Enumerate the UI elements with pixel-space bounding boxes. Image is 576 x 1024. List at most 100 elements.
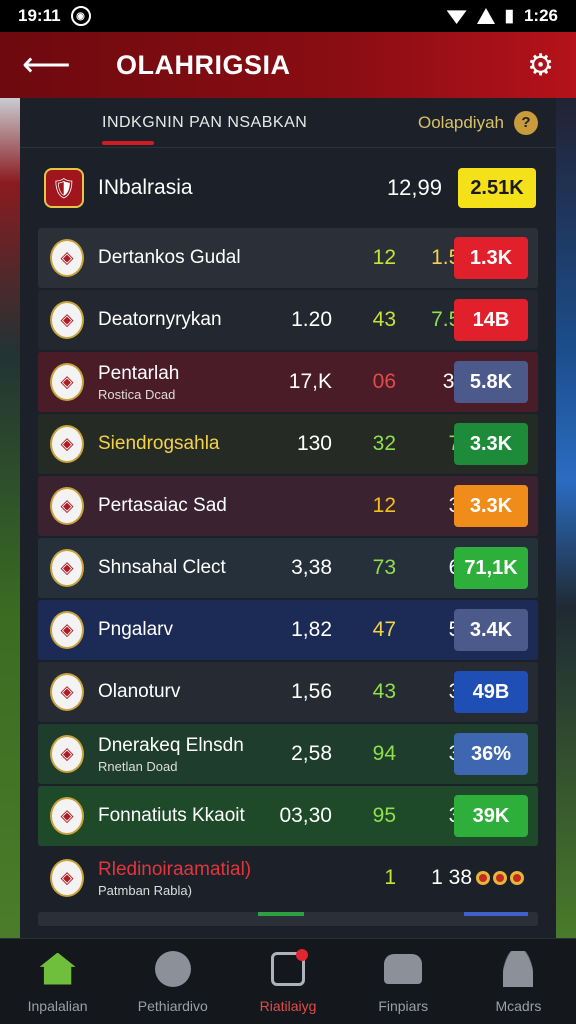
status-bar: 19:11 ◉ ▮ 1:26 bbox=[0, 0, 576, 32]
value-badge: 3.4K bbox=[454, 609, 528, 651]
team-name: Siendrogsahla bbox=[98, 433, 220, 454]
value-badge: 3.3K bbox=[454, 485, 528, 527]
battery-icon: ▮ bbox=[504, 6, 514, 25]
team-subname: Patmban Rabla) bbox=[98, 882, 192, 898]
home-icon bbox=[39, 950, 77, 988]
subheader-right-label: Oolapdiyah bbox=[417, 112, 504, 132]
ball-icon bbox=[154, 950, 192, 988]
team-name: Dnerakeq Elnsdn bbox=[98, 734, 244, 756]
table-row[interactable]: ◈ Deatornyrykan 1.20 43 7.55 14B bbox=[38, 290, 538, 350]
signal-icon bbox=[476, 8, 495, 24]
team-names: Fonnatiuts Kkaoit bbox=[98, 805, 268, 827]
table-row[interactable]: ◈ Shnsahal Clect 3,38 73 68 71,1K bbox=[38, 538, 538, 598]
crest-icon: ◈ bbox=[50, 611, 84, 649]
team-subname: Rostica Dcad bbox=[98, 386, 176, 402]
team-names: Olanoturv bbox=[98, 681, 268, 703]
stat-col-2: 43 bbox=[372, 308, 396, 331]
nav-label: Pethiardivo bbox=[137, 997, 208, 1014]
table-row[interactable]: ◈ Dnerakeq Elnsdn Rnetlan Doad 2,58 94 3… bbox=[38, 724, 538, 784]
help-icon[interactable]: ? bbox=[514, 110, 538, 135]
nav-item-4[interactable]: Finpiars bbox=[346, 939, 461, 1024]
group-icon bbox=[384, 950, 423, 988]
nav-item-3[interactable]: Riatilaiyg bbox=[230, 939, 345, 1024]
table-row[interactable]: ◈ Pentarlah Rostica Dcad 17,K 06 3.6 5.8… bbox=[38, 352, 538, 412]
crest-icon: 🛡 bbox=[44, 168, 84, 208]
table-row[interactable]: ◈ Rledinoiraamatial) Patmban Rabla) 1 1 … bbox=[38, 848, 538, 908]
subheader-right[interactable]: Oolapdiyah ? bbox=[417, 110, 538, 135]
header-badge: 2.51K bbox=[458, 168, 536, 208]
stat-col-1: 2,58 bbox=[291, 742, 332, 765]
nav-item-1[interactable]: Inpalalian bbox=[0, 939, 115, 1024]
crest-icon: ◈ bbox=[50, 425, 84, 463]
team-name: Rledinoiraamatial) bbox=[98, 858, 252, 880]
table-row[interactable]: ◈ Pertasaiac Sad 12 38 3.3K bbox=[38, 476, 538, 536]
stat-col-2: 12 bbox=[372, 494, 396, 517]
stat-col-2: 95 bbox=[372, 804, 396, 827]
nav-item-2[interactable]: Pethiardivo bbox=[115, 939, 230, 1024]
person-icon bbox=[499, 950, 537, 988]
team-name: Dertankos Gudal bbox=[98, 247, 241, 268]
value-badge: 36% bbox=[454, 733, 528, 775]
team-name: Pertasaiac Sad bbox=[98, 495, 227, 516]
crest-icon: ◈ bbox=[50, 549, 84, 587]
nav-item-5[interactable]: Mcadrs bbox=[461, 939, 576, 1024]
table-row[interactable]: ◈ Pngalarv 1,82 47 57 3.4K bbox=[38, 600, 538, 660]
crest-icon: ◈ bbox=[50, 363, 84, 401]
team-names: Pentarlah Rostica Dcad bbox=[98, 363, 268, 402]
value-badge: 1.3K bbox=[454, 237, 528, 279]
crest-icon: ◈ bbox=[50, 673, 84, 711]
crest-icon: ◈ bbox=[50, 859, 84, 897]
team-names: Siendrogsahla bbox=[98, 433, 268, 455]
table-row[interactable]: ◈ Dertankos Gudal 12 1.58 1.3K bbox=[38, 228, 538, 288]
background-right bbox=[556, 98, 576, 948]
team-names: Pertasaiac Sad bbox=[98, 495, 268, 517]
value-badge: 39K bbox=[454, 795, 528, 837]
header-row[interactable]: 🛡 INbalrasia 12,99 2.51K bbox=[20, 160, 556, 216]
header-team-name: INbalrasia bbox=[98, 176, 193, 199]
app-bar: ⟵ OLAHRIGSIA ⚙ bbox=[0, 32, 576, 98]
nav-label: Riatilaiyg bbox=[259, 997, 317, 1014]
tab-standings[interactable]: INDKGNIN PAN NSABKAN bbox=[102, 114, 307, 132]
status-dots-icon bbox=[476, 871, 524, 885]
stat-col-2: 43 bbox=[372, 680, 396, 703]
stat-col-2: 1 bbox=[384, 866, 396, 889]
team-name: Pngalarv bbox=[98, 619, 173, 640]
table-row-partial bbox=[38, 912, 538, 926]
bottom-nav: Inpalalian Pethiardivo Riatilaiyg Finpia… bbox=[0, 938, 576, 1024]
stat-col-2: 94 bbox=[372, 742, 396, 765]
team-name: Shnsahal Clect bbox=[98, 557, 226, 578]
stat-col-1: 1,82 bbox=[291, 618, 332, 641]
team-list: ◈ Dertankos Gudal 12 1.58 1.3K ◈ Deatorn… bbox=[38, 228, 538, 926]
stat-col-2: 32 bbox=[372, 432, 396, 455]
status-time: 19:11 bbox=[18, 6, 61, 25]
back-arrow-icon[interactable]: ⟵ bbox=[22, 48, 71, 82]
team-name: Olanoturv bbox=[98, 681, 181, 702]
table-row[interactable]: ◈ Olanoturv 1,56 43 39 49B bbox=[38, 662, 538, 722]
status-right-time: 1:26 bbox=[523, 6, 558, 25]
value-badge: 14B bbox=[454, 299, 528, 341]
team-names: Pngalarv bbox=[98, 619, 268, 641]
stat-col-1: 3,38 bbox=[291, 556, 332, 579]
stat-col-2: 73 bbox=[372, 556, 396, 579]
value-badge: 71,1K bbox=[454, 547, 528, 589]
stat-col-2: 12 bbox=[372, 246, 396, 269]
team-name: Deatornyrykan bbox=[98, 309, 222, 330]
subheader: INDKGNIN PAN NSABKAN Oolapdiyah ? bbox=[20, 98, 556, 148]
team-names: Deatornyrykan bbox=[98, 309, 268, 331]
crest-icon: ◈ bbox=[50, 487, 84, 525]
crest-icon: ◈ bbox=[50, 301, 84, 339]
table-row[interactable]: ◈ Siendrogsahla 130 32 70 3.3K bbox=[38, 414, 538, 474]
team-names: Dertankos Gudal bbox=[98, 247, 268, 269]
stat-col-1: 17,K bbox=[288, 370, 332, 393]
table-row[interactable]: ◈ Fonnatiuts Kkaoit 03,30 95 35 39K bbox=[38, 786, 538, 846]
page-title: OLAHRIGSIA bbox=[116, 49, 291, 80]
tab-underline bbox=[102, 141, 154, 145]
bag-icon bbox=[269, 948, 308, 988]
notification-icon: ◉ bbox=[70, 6, 91, 26]
crest-icon: ◈ bbox=[50, 239, 84, 277]
team-names: Rledinoiraamatial) Patmban Rabla) bbox=[98, 859, 268, 898]
stat-col-3: 1 38 bbox=[431, 866, 472, 889]
value-badge: 49B bbox=[454, 671, 528, 713]
gear-icon[interactable]: ⚙ bbox=[527, 48, 554, 83]
stat-col-2: 06 bbox=[372, 370, 396, 393]
